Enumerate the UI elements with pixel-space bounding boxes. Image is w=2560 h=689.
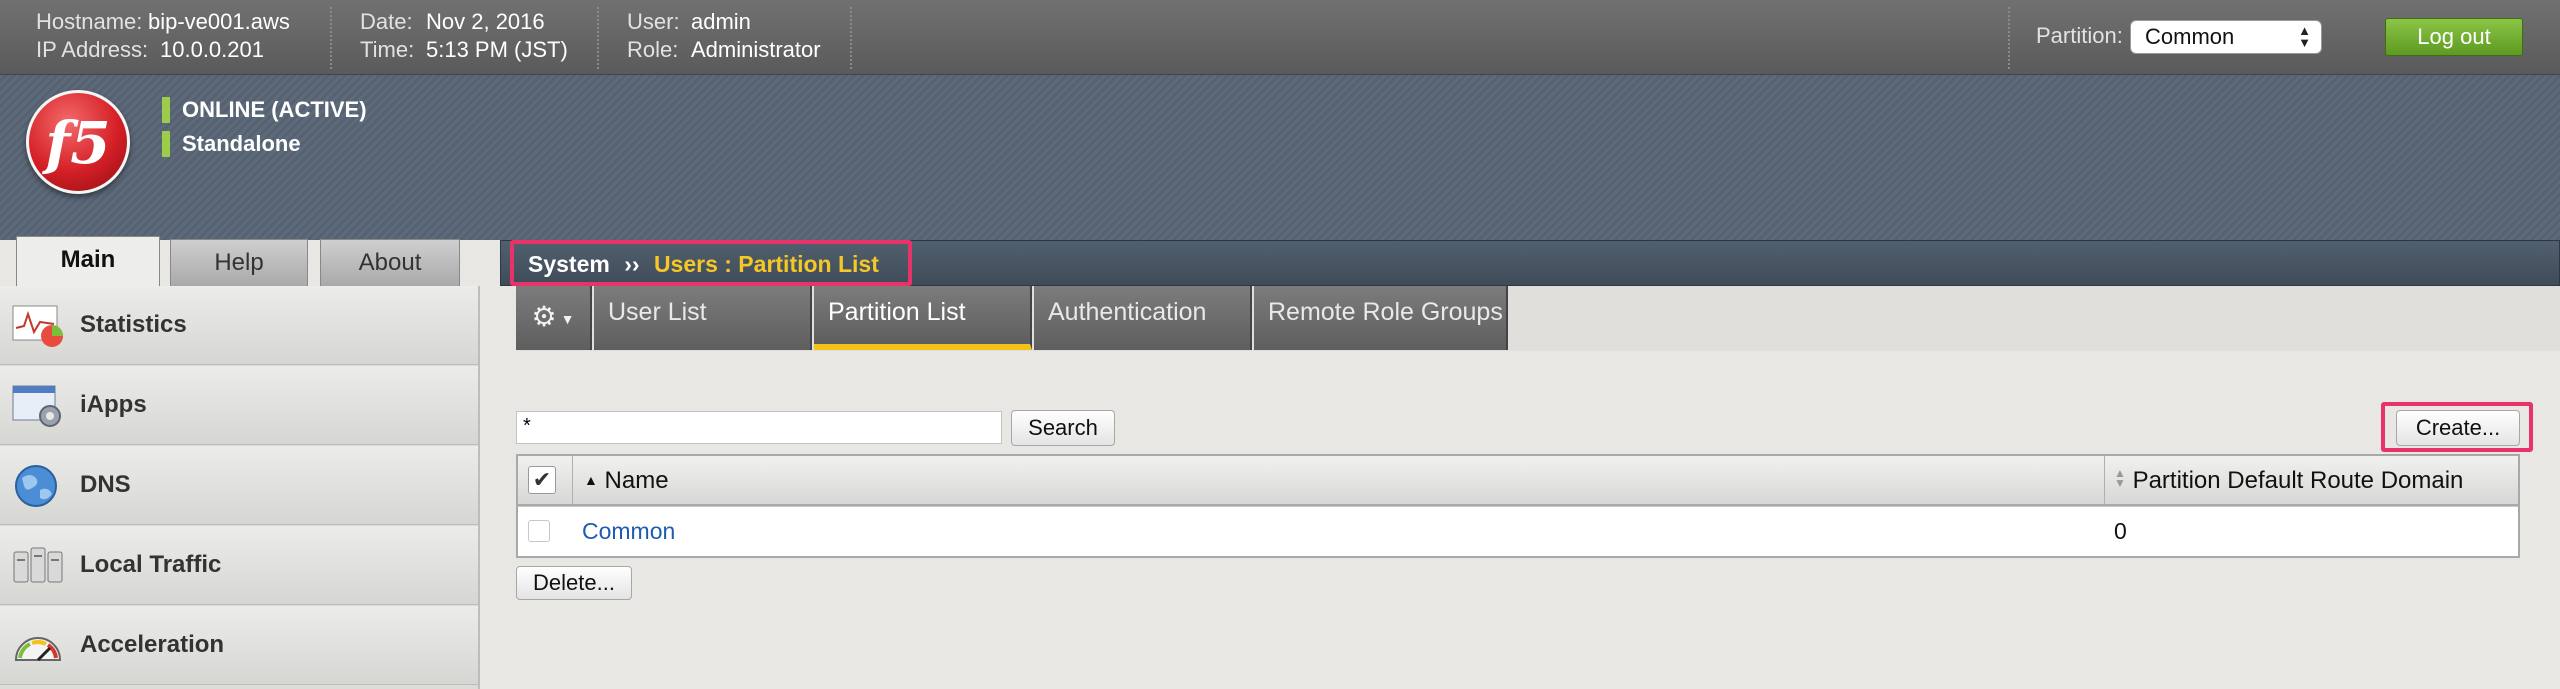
sidebar-item-statistics[interactable]: Statistics [0, 286, 478, 365]
sidebar-item-dns[interactable]: DNS [0, 446, 478, 525]
dns-globe-icon [15, 465, 57, 507]
tab-main[interactable]: Main [16, 236, 160, 288]
chevron-down-icon: ▼ [560, 310, 575, 327]
user-info: User: admin Role: Administrator [627, 8, 821, 64]
tab-authentication[interactable]: Authentication [1034, 286, 1252, 350]
tab-help[interactable]: Help [170, 239, 308, 286]
sidebar-item-label: DNS [80, 471, 131, 498]
partition-name-link[interactable]: Common [582, 518, 675, 545]
sort-ascending-icon: ▲ [584, 472, 598, 488]
info-divider [2008, 7, 2010, 69]
row-checkbox[interactable] [528, 520, 550, 542]
user-value: admin [691, 9, 751, 34]
status-mode-text: Standalone [182, 131, 301, 156]
search-button[interactable]: Search [1011, 410, 1115, 446]
datetime-info: Date: Nov 2, 2016 Time: 5:13 PM (JST) [360, 8, 568, 64]
ip-label: IP Address: [36, 37, 149, 62]
role-value: Administrator [691, 37, 821, 62]
sidebar-item-local-traffic[interactable]: Local Traffic [0, 526, 478, 605]
column-header-name[interactable]: ▲ Name [584, 456, 669, 504]
status-mode: Standalone [162, 131, 462, 157]
partition-select-value: Common [2145, 24, 2235, 49]
acceleration-gauge-icon [14, 637, 62, 662]
hostname-info: Hostname: bip-ve001.aws IP Address: 10.0.0… [36, 8, 290, 64]
column-divider [572, 456, 573, 504]
tab-remote-role-groups[interactable]: Remote Role Groups [1254, 286, 1508, 350]
breadcrumb-separator: ›› [624, 251, 640, 277]
sidebar-item-label: Acceleration [80, 631, 225, 658]
logout-button[interactable]: Log out [2385, 18, 2523, 56]
sidebar-item-acceleration[interactable]: Acceleration [0, 606, 478, 685]
info-divider [850, 7, 852, 69]
date-value: Nov 2, 2016 [426, 9, 545, 34]
column-header-label: Name [604, 467, 669, 494]
tab-about[interactable]: About [320, 239, 460, 286]
f5-logo: f5 [26, 90, 130, 194]
user-label: User: [627, 9, 680, 34]
tab-user-list[interactable]: User List [594, 286, 812, 350]
info-divider [597, 7, 599, 69]
partition-label: Partition: [2036, 23, 2123, 48]
row-divider [518, 506, 2518, 507]
search-input[interactable]: * [516, 411, 1002, 444]
settings-menu-button[interactable]: ⚙ ▼ [516, 286, 592, 350]
select-arrows-icon: ▲ ▼ [2298, 23, 2311, 50]
hostname-value: bip-ve001.aws [148, 9, 290, 34]
route-domain-value: 0 [2114, 518, 2127, 544]
create-button[interactable]: Create... [2396, 410, 2520, 446]
sidebar-item-label: iApps [80, 391, 147, 418]
info-divider [330, 7, 332, 69]
delete-button[interactable]: Delete... [516, 566, 632, 600]
status-indicator [162, 97, 170, 123]
breadcrumb-current: Users : Partition List [653, 251, 879, 277]
statistics-icon [12, 305, 63, 347]
time-value: 5:13 PM (JST) [426, 37, 568, 62]
column-divider [2104, 456, 2105, 504]
breadcrumb: System ›› Users : Partition List [510, 240, 912, 286]
tab-partition-list[interactable]: Partition List [814, 286, 1032, 350]
date-label: Date: [360, 9, 413, 34]
sidebar-item-label: Statistics [80, 311, 187, 338]
time-label: Time: [360, 37, 415, 62]
breadcrumb-section[interactable]: System [528, 251, 610, 277]
status-indicator [162, 131, 170, 157]
gear-icon: ⚙ [531, 301, 557, 332]
role-label: Role: [627, 37, 679, 62]
column-header-label: Partition Default Route Domain [2132, 467, 2464, 494]
iapps-icon [12, 385, 61, 427]
status-online-text: ONLINE (ACTIVE) [182, 97, 367, 122]
sort-icon: ▲ ▼ [2114, 466, 2126, 490]
status-online: ONLINE (ACTIVE) [162, 97, 462, 123]
local-traffic-icon [13, 547, 63, 583]
column-header-route-domain[interactable]: ▲ ▼ Partition Default Route Domain [2114, 456, 2463, 504]
partition-select[interactable]: Common ▲ ▼ [2130, 20, 2322, 54]
hostname-label: Hostname: [36, 9, 143, 34]
select-all-checkbox[interactable]: ✔ [528, 466, 556, 494]
ip-value: 10.0.0.201 [160, 37, 264, 62]
sidebar-item-iapps[interactable]: iApps [0, 366, 478, 445]
sidebar-item-label: Local Traffic [80, 551, 222, 578]
